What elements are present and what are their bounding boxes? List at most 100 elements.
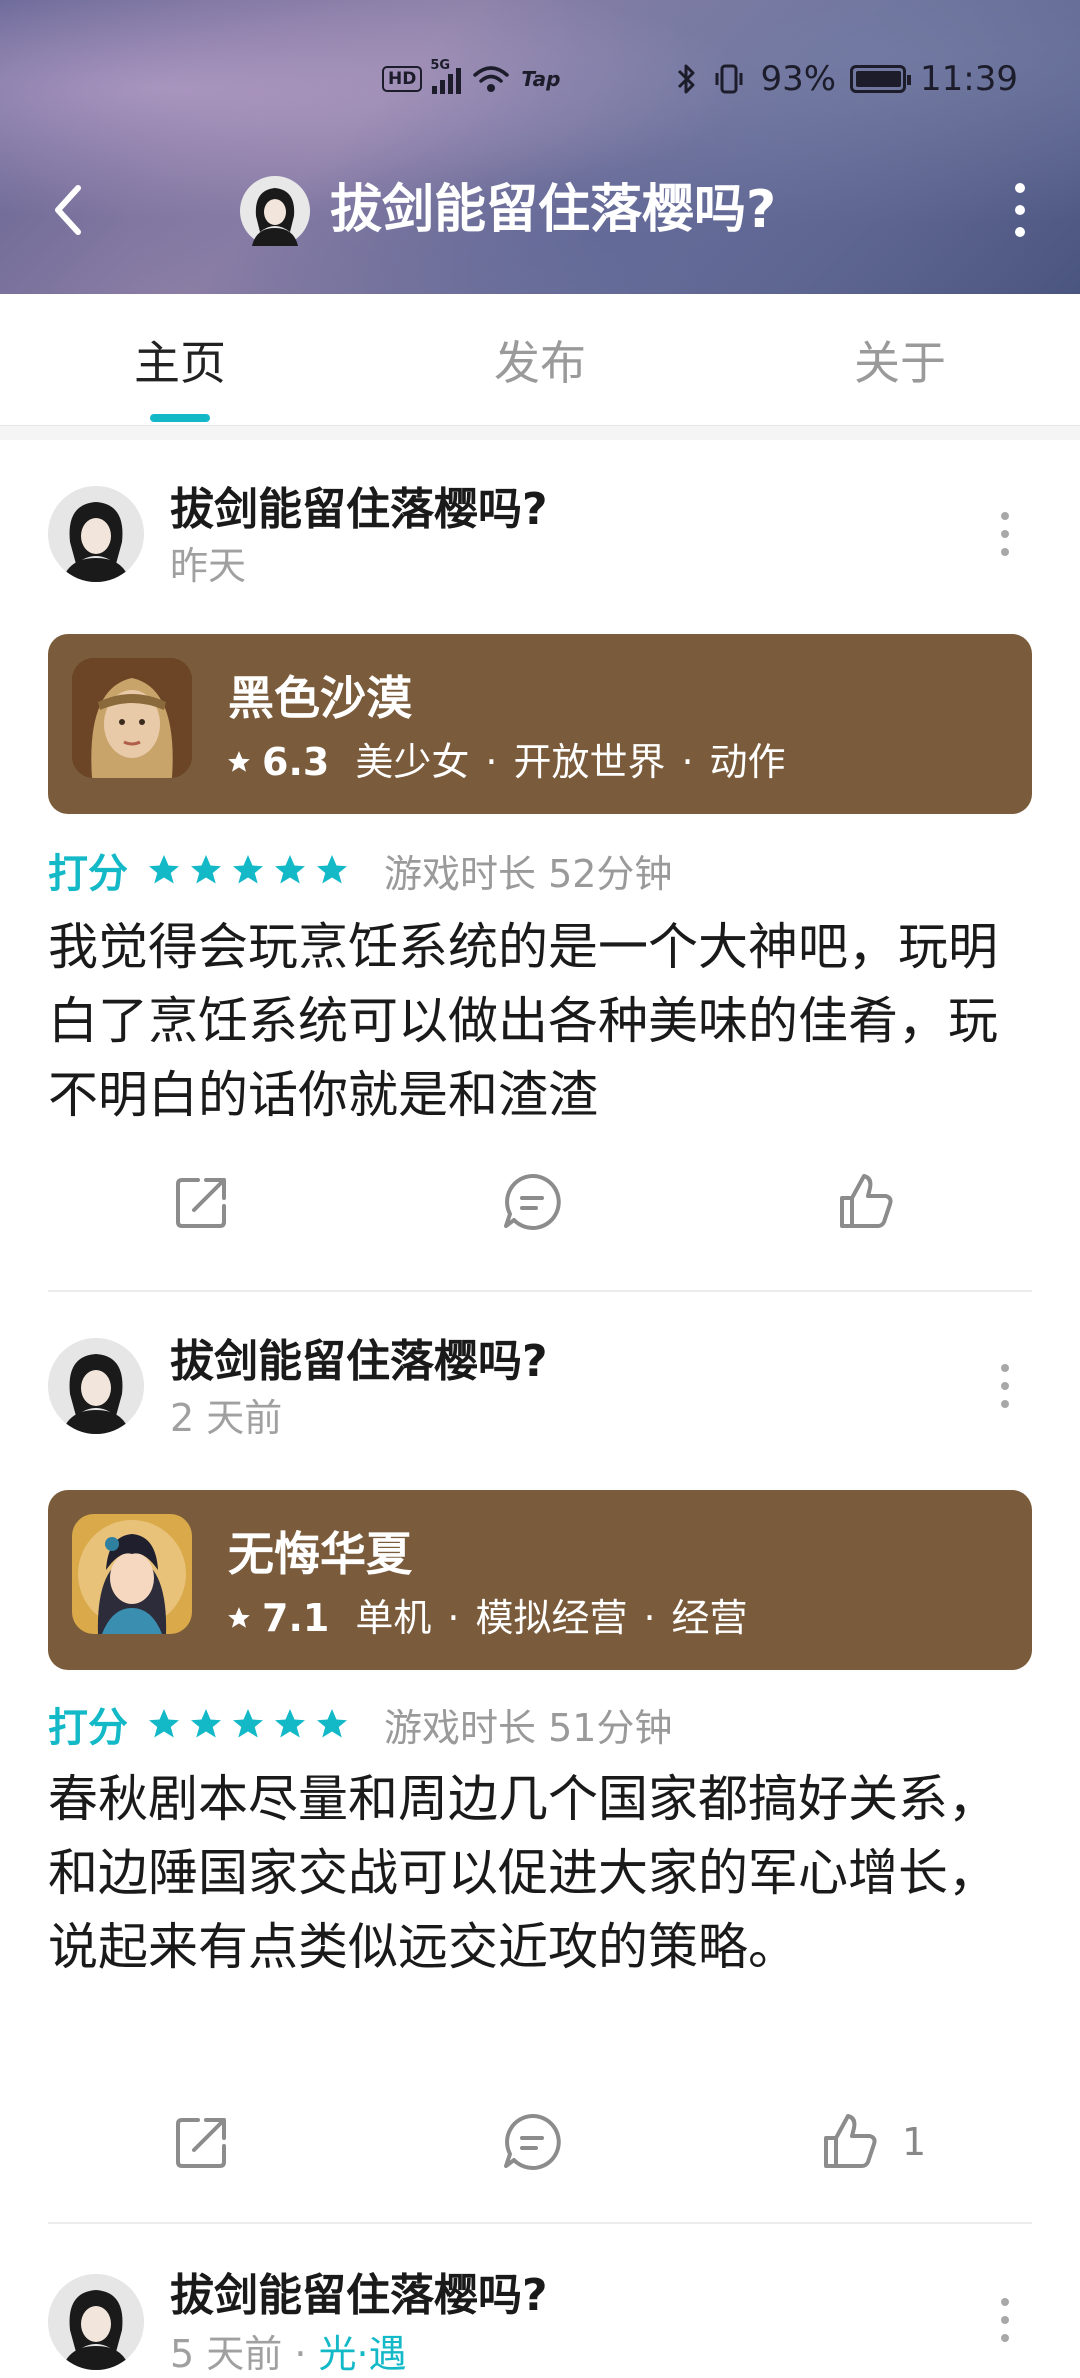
status-left: HD 5G Tap [382,58,561,95]
title-avatar[interactable] [240,176,310,246]
game-meta: 7.1 单机 · 模拟经营 · 经营 [226,1594,748,1642]
bluetooth-icon [678,64,695,94]
share-button[interactable] [170,1162,234,1242]
game-tag: 动作 [709,740,786,784]
star-icon [233,1709,263,1738]
game-tag: 美少女 [355,740,470,784]
chevron-left-icon [55,185,81,235]
like-button[interactable]: 1 [818,2102,926,2182]
hd-badge: HD [382,66,423,92]
playtime: 游戏时长 52分钟 [384,851,673,896]
avatar[interactable] [48,486,144,582]
game-card[interactable]: 无悔华夏 7.1 单机 · 模拟经营 · 经营 [48,1490,1032,1670]
star-icon [149,1709,179,1738]
signal-icon: 5G [430,58,462,94]
game-tag: 单机 [355,1596,432,1640]
clock: 11:39 [920,59,1018,99]
comment-button[interactable] [500,2102,564,2182]
post-more-button[interactable] [990,1356,1020,1416]
like-count: 1 [902,2120,927,2164]
game-tag-link[interactable]: 光·遇 [319,2332,407,2376]
star-icon [149,855,179,884]
more-vertical-icon [1001,1364,1009,1372]
game-tag: 经营 [671,1596,748,1640]
avatar[interactable] [48,2274,144,2370]
post-body[interactable]: 我觉得会玩烹饪系统的是一个大神吧，玩明白了烹饪系统可以做出各种美味的佳肴，玩不明… [48,910,1038,1132]
review-post: 拔剑能留住落樱吗? 昨天 黑色沙漠 6.3 美少女 · 开放世界 · 动作 打分 [0,440,1080,1292]
rating-stars [146,1706,350,1742]
post-more-button[interactable] [990,504,1020,564]
share-button[interactable] [170,2102,234,2182]
like-button[interactable] [834,1162,918,1242]
post-more-button[interactable] [990,2290,1020,2350]
post-actions: 1 [0,2102,1080,2182]
tap-label: Tap [521,67,561,91]
thumbs-up-icon [824,2114,877,2168]
game-score: 6.3 [262,740,330,784]
avatar[interactable] [48,1338,144,1434]
share-icon [176,2118,226,2168]
game-score: 7.1 [262,1596,330,1640]
active-tab-indicator [150,414,210,422]
post-divider [48,2222,1032,2224]
game-icon [72,1514,192,1634]
star-icon [228,751,250,772]
post-body[interactable]: 春秋剧本尽量和周边几个国家都搞好关系，和边陲国家交战可以促进大家的军心增长，说起… [48,1762,1038,1984]
rating-row: 打分 游戏时长 52分钟 [48,842,672,898]
page-title: 拔剑能留住落樱吗? [330,180,777,240]
game-name: 无悔华夏 [228,1527,412,1581]
more-vertical-icon [1001,512,1009,520]
more-vertical-icon [1001,2298,1009,2306]
star-icon [233,855,263,884]
post-time: 5 天前 · 光·遇 [170,2332,407,2376]
game-meta: 6.3 美少女 · 开放世界 · 动作 [226,738,786,786]
star-icon [317,855,347,884]
tab-home[interactable]: 主页 [80,294,280,426]
network-type: 5G [430,58,451,73]
rating-label: 打分 [48,851,128,897]
battery-icon [850,65,912,93]
back-button[interactable] [36,178,100,242]
game-tag: 开放世界 [513,740,666,784]
review-post: 拔剑能留住落樱吗? 5 天前 · 光·遇 [0,2226,1080,2376]
tab-bar: 主页 发布 关于 [0,294,1080,426]
tab-about[interactable]: 关于 [800,294,1000,426]
rating-label: 打分 [48,1705,128,1751]
comment-icon [504,1173,561,1230]
post-author[interactable]: 拔剑能留住落樱吗? [170,1334,548,1390]
star-icon [191,855,221,884]
comment-button[interactable] [500,1162,564,1242]
status-bar: HD 5G Tap 93% 11:39 [0,55,1080,105]
post-time: 2 天前 [170,1396,283,1440]
post-author[interactable]: 拔剑能留住落樱吗? [170,482,548,538]
playtime: 游戏时长 51分钟 [384,1705,673,1750]
post-time: 昨天 [170,544,247,588]
post-actions [0,1162,1080,1242]
game-icon [72,658,192,778]
star-icon [275,1709,305,1738]
star-icon [275,855,305,884]
post-time-text: 5 天前 [170,2332,283,2376]
comment-icon [504,2113,561,2170]
star-icon [228,1607,250,1628]
game-name: 黑色沙漠 [228,671,412,725]
thumbs-up-icon [840,1174,893,1228]
post-author[interactable]: 拔剑能留住落樱吗? [170,2268,548,2324]
rating-stars [146,852,350,888]
game-card[interactable]: 黑色沙漠 6.3 美少女 · 开放世界 · 动作 [48,634,1032,814]
more-options-button[interactable] [990,178,1050,242]
more-vertical-icon [1015,183,1025,193]
header: HD 5G Tap 93% 11:39 拔剑能留住落樱吗? [0,0,1080,294]
title-bar: 拔剑能留住落樱吗? [0,168,1080,252]
game-tag: 模拟经营 [475,1596,628,1640]
star-icon [317,1709,347,1738]
battery-percent: 93% [760,59,837,99]
share-icon [176,1178,226,1228]
review-post: 拔剑能留住落樱吗? 2 天前 无悔华夏 7.1 单机 · 模拟经营 · 经营 打… [0,1292,1080,2224]
star-icon [191,1709,221,1738]
rating-row: 打分 游戏时长 51分钟 [48,1696,672,1752]
vibrate-icon [715,64,743,94]
wifi-icon [473,66,510,92]
status-right: 93% 11:39 [676,59,1018,99]
tab-publish[interactable]: 发布 [440,294,640,426]
